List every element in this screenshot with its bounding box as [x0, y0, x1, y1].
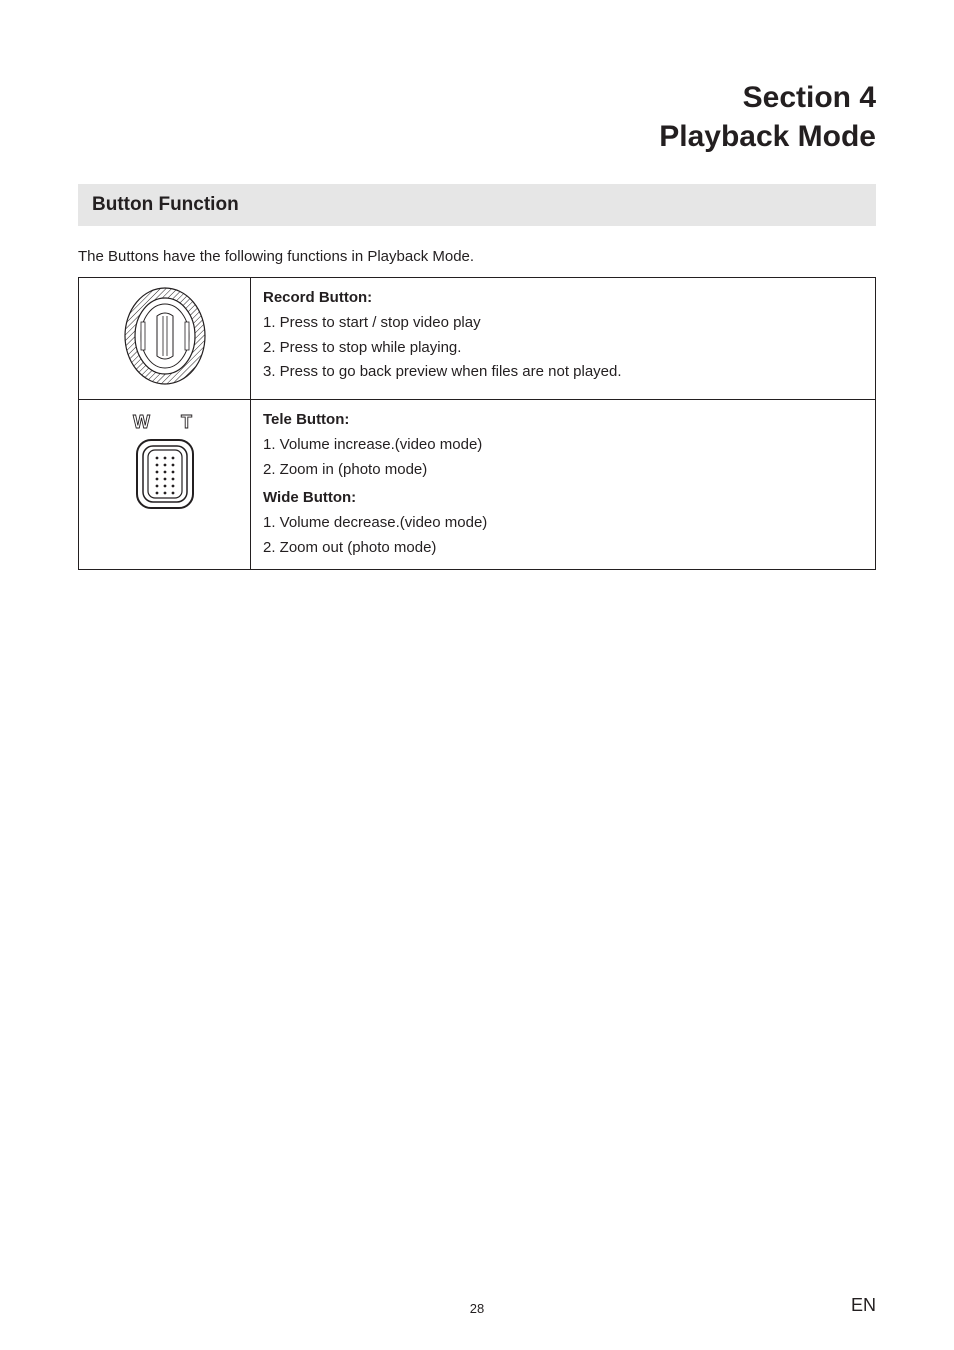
button-function-table: Record Button: 1. Press to start / stop …: [78, 277, 876, 570]
subsection-heading-bar: Button Function: [78, 184, 876, 226]
section-number: Section 4: [743, 81, 876, 114]
svg-text:T: T: [181, 412, 192, 432]
record-button-content: Record Button: 1. Press to start / stop …: [251, 278, 876, 400]
table-row: Record Button: 1. Press to start / stop …: [79, 278, 876, 400]
list-item: 3. Press to go back preview when files a…: [263, 360, 863, 385]
list-item: 1. Volume decrease.(video mode): [263, 511, 863, 536]
list-item: 2. Zoom out (photo mode): [263, 536, 863, 561]
intro-text: The Buttons have the following functions…: [78, 248, 876, 265]
list-item: 2. Zoom in (photo mode): [263, 458, 863, 483]
section-name: Playback Mode: [659, 120, 876, 153]
list-item: 1. Volume increase.(video mode): [263, 433, 863, 458]
tele-wide-button-icon-cell: W T: [79, 400, 251, 570]
record-button-heading: Record Button:: [263, 286, 863, 311]
list-item: 2. Press to stop while playing.: [263, 336, 863, 361]
subsection-heading: Button Function: [92, 194, 239, 215]
language-indicator: EN: [851, 1295, 876, 1316]
tele-wide-button-content: Tele Button: 1. Volume increase.(video m…: [251, 400, 876, 570]
tele-button-heading: Tele Button:: [263, 408, 863, 433]
wide-button-heading: Wide Button:: [263, 486, 863, 511]
svg-text:W: W: [133, 412, 150, 432]
record-button-icon: [123, 286, 207, 386]
list-item: 1. Press to start / stop video play: [263, 311, 863, 336]
page-footer: 28 EN: [0, 1301, 954, 1316]
page-number: 28: [0, 1301, 954, 1316]
record-button-icon-cell: [79, 278, 251, 400]
section-title: Section 4 Playback Mode: [78, 78, 876, 156]
zoom-rocker-icon: W T: [115, 408, 215, 518]
table-row: W T: [79, 400, 876, 570]
